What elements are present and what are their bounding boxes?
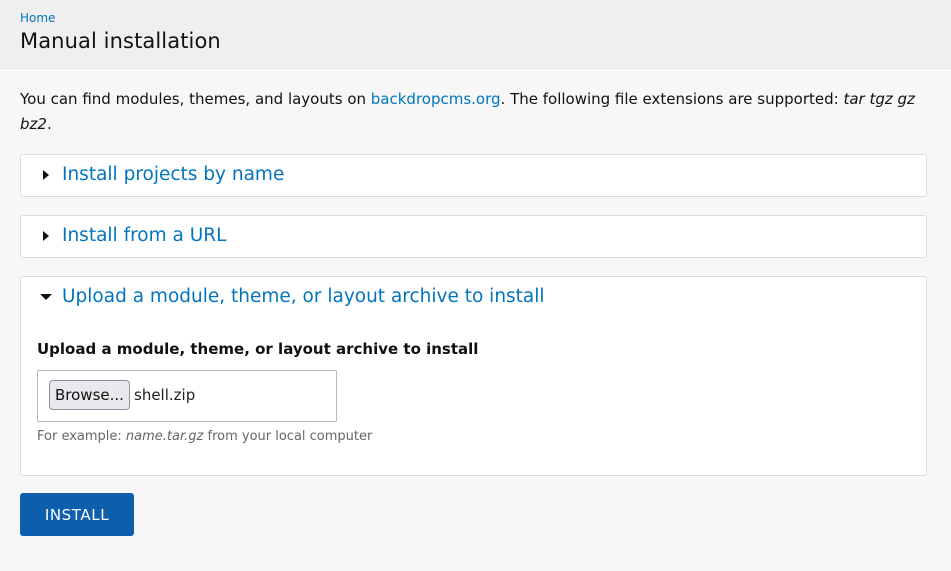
description-prefix: For example:	[37, 429, 126, 444]
intro-end: .	[46, 115, 52, 133]
browse-button[interactable]: Browse...	[49, 380, 130, 410]
fieldset-install-from-url: Install from a URL	[20, 215, 927, 258]
triangle-down-icon	[40, 294, 52, 300]
fieldset-label-install-by-name: Install projects by name	[62, 164, 285, 185]
description-example: name.tar.gz	[125, 429, 204, 444]
fieldset-label-upload-archive: Upload a module, theme, or layout archiv…	[62, 286, 545, 307]
triangle-right-icon	[43, 170, 49, 180]
upload-field-description: For example: name.tar.gz from your local…	[37, 429, 372, 444]
upload-field-label: Upload a module, theme, or layout archiv…	[37, 340, 479, 358]
fieldset-upload-archive: Upload a module, theme, or layout archiv…	[20, 276, 927, 476]
intro-prefix: You can find modules, themes, and layout…	[20, 90, 371, 108]
breadcrumb-home-link[interactable]: Home	[20, 11, 55, 25]
intro-suffix: . The following file extensions are supp…	[500, 90, 844, 108]
main-content: You can find modules, themes, and layout…	[0, 69, 951, 571]
install-button[interactable]: INSTALL	[20, 493, 134, 536]
fieldset-label-install-from-url: Install from a URL	[62, 225, 227, 246]
selected-file-name: shell.zip	[134, 386, 196, 404]
intro-text: You can find modules, themes, and layout…	[20, 87, 920, 137]
fieldset-toggle-install-from-url[interactable]: Install from a URL	[21, 216, 926, 259]
page-title: Manual installation	[20, 29, 221, 53]
description-suffix: from your local computer	[203, 429, 373, 444]
fieldset-toggle-upload-archive[interactable]: Upload a module, theme, or layout archiv…	[21, 277, 926, 320]
fieldset-toggle-install-by-name[interactable]: Install projects by name	[21, 155, 926, 198]
triangle-right-icon	[43, 231, 49, 241]
backdropcms-link[interactable]: backdropcms.org	[371, 90, 501, 108]
file-upload-input[interactable]: Browse... shell.zip	[37, 370, 337, 422]
fieldset-install-by-name: Install projects by name	[20, 154, 927, 197]
page-header: Home Manual installation	[0, 0, 951, 69]
